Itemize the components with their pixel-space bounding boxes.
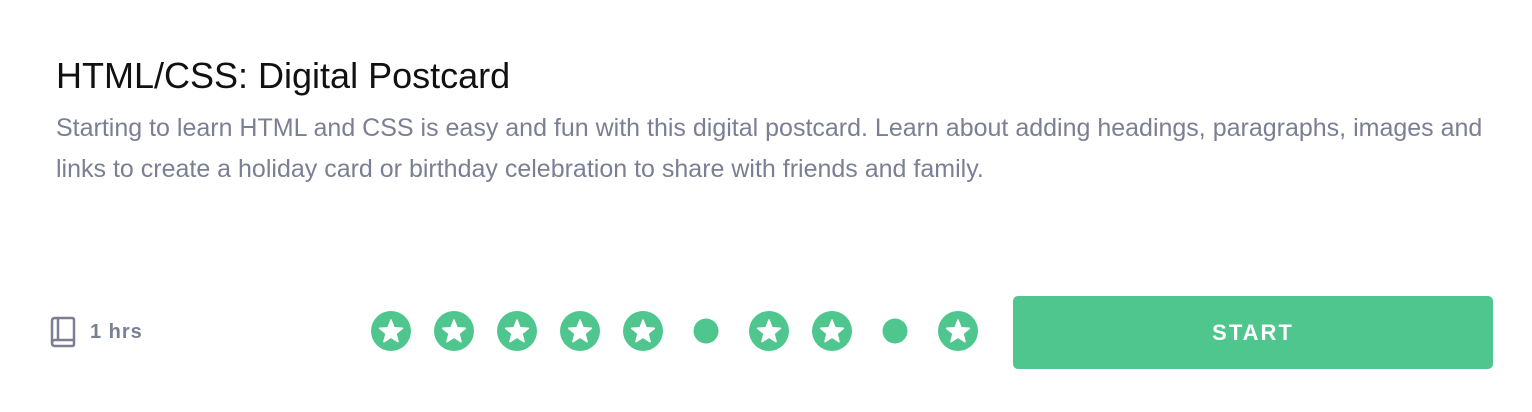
project-title: HTML/CSS: Digital Postcard [56,55,511,96]
dot-icon [686,311,726,351]
dot-icon [875,311,915,351]
project-card: HTML/CSS: Digital Postcard Starting to l… [0,0,1532,412]
start-button[interactable]: START [1013,296,1493,369]
star-icon [560,311,600,351]
star-icon [623,311,663,351]
star-icon [497,311,537,351]
star-icon [371,311,411,351]
star-icon [749,311,789,351]
project-description: Starting to learn HTML and CSS is easy a… [56,114,1483,183]
duration-label: 1 hrs [90,320,143,343]
star-icon [812,311,852,351]
star-icon [434,311,474,351]
book-icon [50,316,76,348]
star-icon [938,311,978,351]
duration-info: 1 hrs [50,314,143,350]
